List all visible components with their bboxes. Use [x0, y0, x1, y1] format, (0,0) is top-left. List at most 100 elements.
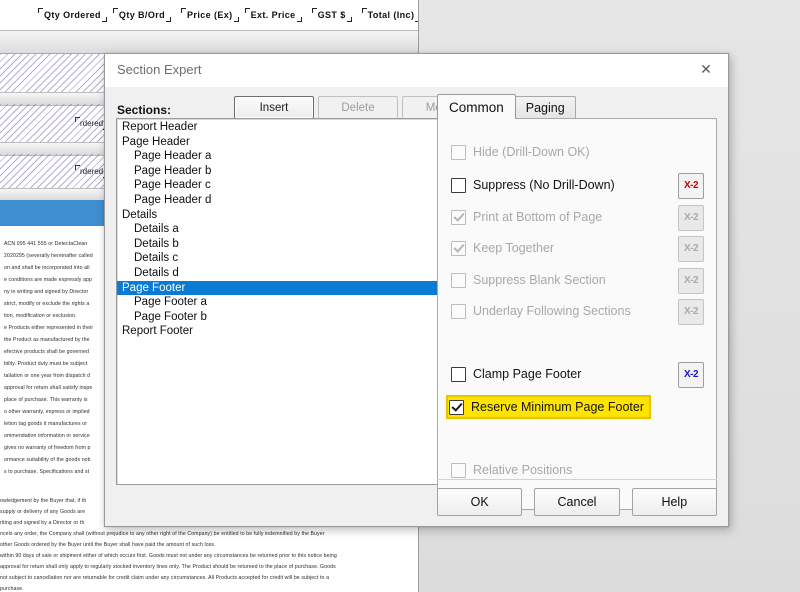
formula-button[interactable]: X-2 — [678, 362, 704, 388]
formula-x2-icon: X-2 — [684, 276, 698, 286]
common-tab-panel: Hide (Drill-Down OK) Suppress (No Drill-D… — [437, 118, 717, 510]
option-row[interactable]: Hide (Drill-Down OK) — [451, 143, 590, 161]
properties-tabstrip: CommonPaging — [437, 96, 575, 119]
checkbox-icon[interactable] — [451, 463, 466, 478]
document-line: ommendation information or service — [4, 432, 90, 441]
field-placeholder[interactable]: rdered — [78, 118, 105, 129]
checkbox-icon[interactable] — [451, 304, 466, 319]
option-row[interactable]: Clamp Page Footer — [451, 365, 581, 383]
option-row[interactable]: Reserve Minimum Page Footer — [449, 398, 648, 416]
document-footer-line: ncels any order, the Company shall (with… — [0, 530, 325, 539]
document-line: efective products shall be governed — [4, 348, 89, 357]
column-header-qty-ordered: Qty Ordered — [42, 9, 103, 21]
column-header-ext-price: Ext. Price — [249, 9, 298, 21]
section-list-item[interactable]: Page Header d — [117, 193, 439, 208]
section-list-item[interactable]: Page Footer a — [117, 295, 439, 310]
formula-button[interactable]: X-2 — [678, 236, 704, 262]
checkbox-icon[interactable] — [451, 367, 466, 382]
section-list-item[interactable]: Details a — [117, 222, 439, 237]
option-label: Relative Positions — [473, 463, 572, 477]
document-line: 2020295 (severally hereinafter called — [4, 252, 93, 261]
document-line: place of purchase. This warranty is — [4, 396, 88, 405]
section-properties-panel: CommonPaging Hide (Drill-Down OK) Suppres… — [437, 96, 717, 526]
document-line: strict, modify or exclude the rights a — [4, 300, 89, 309]
document-line: tion, modification or exclusion. — [4, 312, 77, 321]
formula-button[interactable]: X-2 — [678, 268, 704, 294]
document-footer-line: purchase. — [0, 585, 24, 592]
field-placeholder[interactable]: rdered — [78, 166, 105, 177]
help-button[interactable]: Help — [632, 488, 717, 516]
section-list-item[interactable]: Page Header c — [117, 178, 439, 193]
section-list-item[interactable]: Page Header a — [117, 149, 439, 164]
option-label: Print at Bottom of Page — [473, 210, 602, 224]
sections-list[interactable]: Report HeaderPage HeaderPage Header aPag… — [116, 118, 440, 485]
checkbox-icon[interactable] — [451, 241, 466, 256]
document-line: the Product as manufactured by the — [4, 336, 90, 345]
formula-button[interactable]: X-2 — [678, 299, 704, 325]
dialog-action-buttons: OK Cancel Help — [437, 488, 717, 514]
checkbox-icon[interactable] — [451, 178, 466, 193]
checkbox-icon[interactable] — [451, 145, 466, 160]
ok-button[interactable]: OK — [437, 488, 522, 516]
document-line: e Products either represented in their — [4, 324, 93, 333]
section-list-item[interactable]: Page Header — [117, 135, 439, 150]
document-line: ormance suitability of the goods noti — [4, 456, 90, 465]
document-footer-line: other Goods ordered by the Buyer until t… — [0, 541, 216, 550]
section-list-item[interactable]: Details b — [117, 237, 439, 252]
column-header-gst: GST $ — [316, 9, 348, 21]
dialog-body: Sections: Insert Delete Merge Report Hea… — [105, 87, 728, 526]
tab-common[interactable]: Common — [437, 94, 516, 119]
document-footer-line: riting and signed by a Director or th — [0, 519, 84, 528]
checkbox-icon[interactable] — [451, 210, 466, 225]
document-line: o other warranty, express or implied — [4, 408, 90, 417]
close-icon[interactable]: ✕ — [684, 54, 728, 84]
column-header-qty-bord: Qty B/Ord — [117, 9, 167, 21]
section-list-item[interactable]: Details d — [117, 266, 439, 281]
section-list-item[interactable]: Details — [117, 208, 439, 223]
document-footer-line: within 90 days of sale or shipment eithe… — [0, 552, 337, 561]
tab-paging[interactable]: Paging — [515, 96, 576, 119]
delete-button[interactable]: Delete — [318, 96, 398, 119]
option-label: Keep Together — [473, 241, 554, 255]
dialog-title-bar: Section Expert ✕ — [105, 54, 728, 87]
document-line: tallation or one year from dispatch d — [4, 372, 90, 381]
section-list-item[interactable]: Page Header b — [117, 164, 439, 179]
report-column-header-row: Qty Ordered Qty B/Ord Price (Ex) Ext. Pr… — [0, 0, 418, 31]
option-row[interactable]: Print at Bottom of Page — [451, 208, 602, 226]
formula-button[interactable]: X-2 — [678, 173, 704, 199]
formula-button[interactable]: X-2 — [678, 205, 704, 231]
option-label: Suppress Blank Section — [473, 273, 606, 287]
document-footer-line: not subject to cancellation nor are retu… — [0, 574, 329, 583]
section-list-item[interactable]: Page Footer b — [117, 310, 439, 325]
designer-toolbar-strip — [0, 31, 418, 54]
option-row[interactable]: Suppress (No Drill-Down) — [451, 176, 615, 194]
option-row[interactable]: Keep Together — [451, 239, 554, 257]
document-line: ny in writing and signed by Director — [4, 288, 88, 297]
document-footer-line: owledgement by the Buyer that, if th — [0, 497, 86, 506]
formula-x2-icon: X-2 — [684, 307, 698, 317]
option-label: Clamp Page Footer — [473, 367, 581, 381]
checkbox-icon[interactable] — [451, 273, 466, 288]
column-header-total-inc: Total (Inc) — [366, 9, 417, 21]
section-expert-dialog: Section Expert ✕ Sections: Insert Delete… — [104, 53, 729, 527]
dialog-title: Section Expert — [117, 62, 202, 77]
option-row[interactable]: Suppress Blank Section — [451, 271, 606, 289]
document-line: approval for return shall satisfy inspe — [4, 384, 92, 393]
document-line: s to purchase. Specifications and st — [4, 468, 89, 477]
document-line: on and shall be incorporated into all — [4, 264, 90, 273]
document-line: gives no warranty of freedom from p — [4, 444, 91, 453]
checkbox-icon[interactable] — [449, 400, 464, 415]
insert-button[interactable]: Insert — [234, 96, 314, 119]
section-list-item[interactable]: Report Footer — [117, 324, 439, 339]
document-line: ACN 095 441 555 or DetectaClean — [4, 240, 87, 249]
section-list-item[interactable]: Page Footer — [117, 281, 439, 296]
formula-x2-icon: X-2 — [684, 370, 698, 380]
option-row[interactable]: Underlay Following Sections — [451, 302, 631, 320]
formula-x2-icon: X-2 — [684, 244, 698, 254]
document-line: bility. Product duty must be subject — [4, 360, 87, 369]
cancel-button[interactable]: Cancel — [534, 488, 619, 516]
section-list-item[interactable]: Report Header — [117, 120, 439, 135]
option-label: Hide (Drill-Down OK) — [473, 145, 590, 159]
option-row[interactable]: Relative Positions — [451, 461, 572, 479]
section-list-item[interactable]: Details c — [117, 251, 439, 266]
